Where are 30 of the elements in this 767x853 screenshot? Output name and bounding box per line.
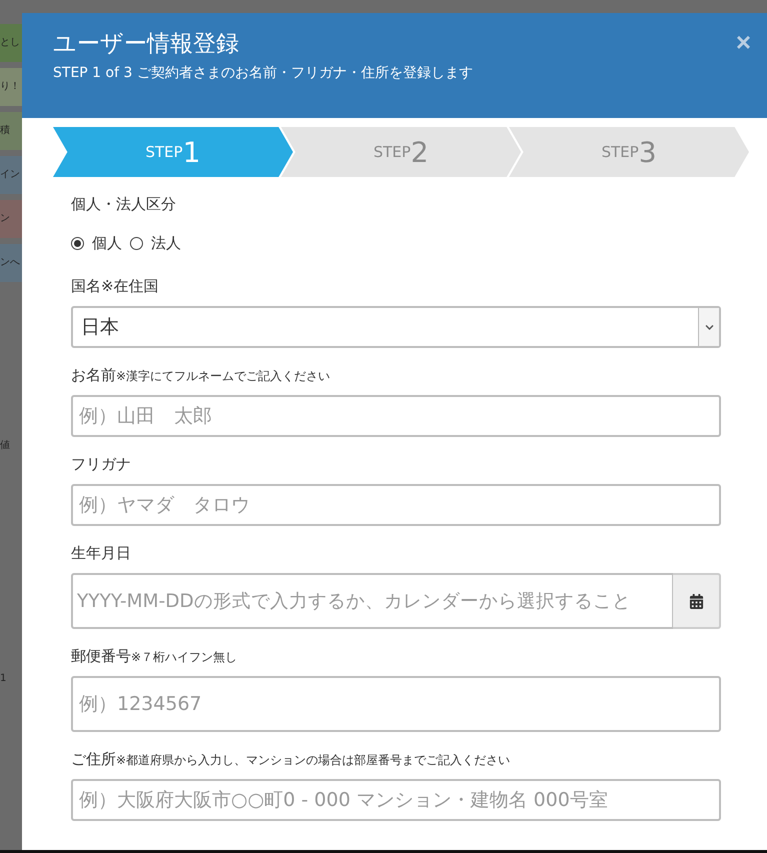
input-field[interactable]: 例）1234567 <box>71 676 721 732</box>
country-select[interactable]: 日本 <box>71 306 721 348</box>
calendar-button[interactable] <box>673 573 721 629</box>
background-text: り！ <box>0 68 22 106</box>
background-text: 値 <box>0 439 11 452</box>
date-field[interactable]: YYYY-MM-DDの形式で入力するか、カレンダーから選択すること <box>71 573 673 629</box>
radio-label: 法人 <box>151 234 181 253</box>
input-field[interactable]: 例）山田 太郎 <box>71 395 721 437</box>
background-text: 1 <box>0 673 8 684</box>
background-text: ンへ <box>0 244 22 282</box>
chevron-down-icon <box>698 308 719 346</box>
modal-subtitle: STEP 1 of 3 ご契約者さまのお名前・フリガナ・住所を登録します <box>53 64 474 82</box>
field-label: 個人・法人区分 <box>71 195 177 214</box>
modal-title: ユーザー情報登録 <box>53 30 239 59</box>
field-label: ご住所※都道府県から入力し、マンションの場合は部屋番号までご記入ください <box>71 750 512 769</box>
radio-button[interactable] <box>71 237 84 250</box>
input-field[interactable]: 例）ヤマダ タロウ <box>71 484 721 526</box>
field-label: お名前※漢字にてフルネームでご記入ください <box>71 366 332 385</box>
field-label: 国名※在住国 <box>71 277 160 296</box>
background-text: とし <box>0 24 22 62</box>
field-label: フリガナ <box>71 455 132 474</box>
background-text: 積 <box>0 112 22 150</box>
radio-label: 個人 <box>92 234 122 253</box>
radio-button[interactable] <box>130 237 143 250</box>
field-label: 生年月日 <box>71 544 132 563</box>
background-text: イン <box>0 156 22 194</box>
calendar-icon <box>688 594 704 608</box>
background-text: ン <box>0 200 22 238</box>
field-label: 郵便番号※７桁ハイフン無し <box>71 647 238 666</box>
input-field[interactable]: 例）大阪府大阪市○○町0 - 000 マンション・建物名 000号室 <box>71 779 721 821</box>
